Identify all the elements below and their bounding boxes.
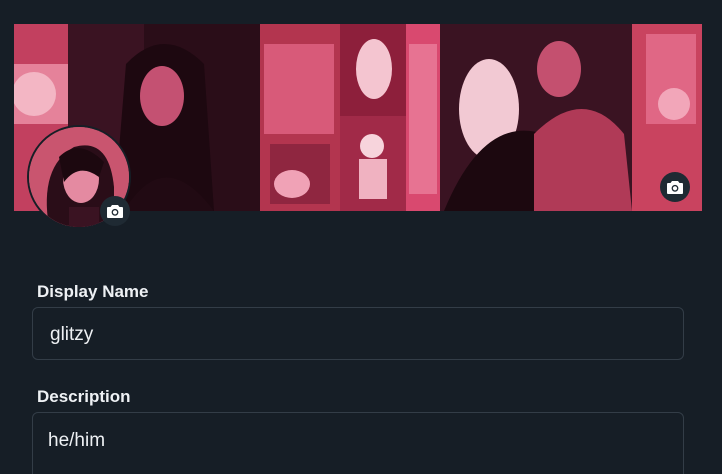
display-name-label: Display Name	[37, 282, 149, 301]
description-field[interactable]: he/him	[32, 412, 684, 474]
display-name-field[interactable]: glitzy	[32, 307, 684, 360]
change-avatar-button[interactable]	[100, 196, 130, 226]
camera-icon	[107, 205, 123, 218]
change-banner-button[interactable]	[660, 172, 690, 202]
profile-edit-page: Display Name glitzy Description he/him	[0, 0, 722, 474]
description-value: he/him	[48, 430, 106, 451]
description-label: Description	[37, 387, 131, 406]
display-name-value: glitzy	[50, 324, 94, 345]
camera-icon	[667, 181, 683, 194]
